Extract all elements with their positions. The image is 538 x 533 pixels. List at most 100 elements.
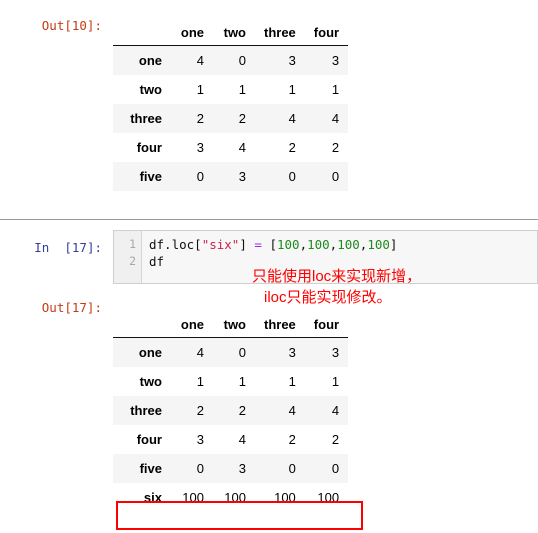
table-cell: 4 xyxy=(255,104,305,133)
output-prompt-10: Out[10]: xyxy=(41,18,102,33)
code-token-number-3: 100 xyxy=(337,237,360,252)
line-number: 1 xyxy=(129,237,136,251)
row-index-label: six xyxy=(113,483,171,512)
line-number: 2 xyxy=(129,254,136,268)
dataframe-head-after: one two three four xyxy=(113,314,349,338)
table-cell: 2 xyxy=(304,133,349,162)
code-token-number-1: 100 xyxy=(276,237,300,252)
table-cell: 1 xyxy=(213,75,255,104)
table-cell: 4 xyxy=(213,133,255,162)
column-header-one: one xyxy=(171,314,213,338)
line-number-gutter: 12 xyxy=(114,231,142,283)
table-header-row: one two three four xyxy=(113,22,349,46)
column-header-three: three xyxy=(255,314,305,338)
code-token-df: df xyxy=(149,254,165,269)
table-row: three 2 2 4 4 xyxy=(113,396,349,425)
table-row: two 1 1 1 1 xyxy=(113,367,349,396)
dataframe-table-after: one two three four one 4 0 3 3 two 1 1 1… xyxy=(113,314,349,512)
code-token-number-4: 100 xyxy=(367,237,390,252)
code-token-comma-1: , xyxy=(299,237,308,252)
table-cell: 100 xyxy=(255,483,305,512)
table-row: one 4 0 3 3 xyxy=(113,337,349,367)
table-cell: 3 xyxy=(213,162,255,191)
table-cell: 1 xyxy=(255,367,305,396)
row-index-label: two xyxy=(113,75,171,104)
table-header-row: one two three four xyxy=(113,314,349,338)
table-row: four 3 4 2 2 xyxy=(113,133,349,162)
input-prompt-17: In [17]: xyxy=(34,240,102,255)
table-cell: 4 xyxy=(171,337,213,367)
table-row: three 2 2 4 4 xyxy=(113,104,349,133)
column-header-two: two xyxy=(213,22,255,46)
table-cell: 1 xyxy=(171,367,213,396)
table-cell: 0 xyxy=(213,45,255,75)
table-row: four 3 4 2 2 xyxy=(113,425,349,454)
row-index-label: two xyxy=(113,367,171,396)
table-cell: 0 xyxy=(255,454,305,483)
table-cell: 3 xyxy=(171,425,213,454)
table-row: five 0 3 0 0 xyxy=(113,454,349,483)
table-corner-cell xyxy=(113,314,171,338)
table-cell: 0 xyxy=(171,162,213,191)
column-header-four: four xyxy=(304,314,349,338)
dataframe-body-before: one 4 0 3 3 two 1 1 1 1 three 2 2 4 4 fo… xyxy=(113,45,349,191)
table-cell: 2 xyxy=(255,425,305,454)
table-cell: 4 xyxy=(213,425,255,454)
table-cell: 3 xyxy=(171,133,213,162)
row-index-label: five xyxy=(113,162,171,191)
row-index-label: one xyxy=(113,45,171,75)
table-cell: 2 xyxy=(213,104,255,133)
table-cell: 100 xyxy=(304,483,349,512)
table-cell: 3 xyxy=(255,45,305,75)
annotation-line-1: 只能使用loc来实现新增， xyxy=(252,268,422,285)
column-header-three: three xyxy=(255,22,305,46)
table-cell: 3 xyxy=(255,337,305,367)
table-cell: 100 xyxy=(171,483,213,512)
table-cell: 2 xyxy=(255,133,305,162)
row-index-label: four xyxy=(113,425,171,454)
table-cell: 3 xyxy=(304,45,349,75)
table-cell: 4 xyxy=(304,396,349,425)
code-token-string-six: "six" xyxy=(201,237,240,252)
column-header-one: one xyxy=(171,22,213,46)
row-index-label: one xyxy=(113,337,171,367)
table-cell: 0 xyxy=(304,454,349,483)
notebook-root: Out[10]: one two three four one 4 0 3 3 xyxy=(0,0,538,533)
table-cell: 1 xyxy=(304,75,349,104)
table-cell: 0 xyxy=(304,162,349,191)
table-cell: 3 xyxy=(213,454,255,483)
table-cell: 0 xyxy=(255,162,305,191)
dataframe-table-before: one two three four one 4 0 3 3 two 1 1 1… xyxy=(113,22,349,191)
table-row: five 0 3 0 0 xyxy=(113,162,349,191)
table-cell: 1 xyxy=(255,75,305,104)
row-index-label: five xyxy=(113,454,171,483)
table-cell: 1 xyxy=(171,75,213,104)
table-cell: 0 xyxy=(171,454,213,483)
column-header-four: four xyxy=(304,22,349,46)
code-token-df-loc-open: df.loc[ xyxy=(149,237,202,252)
table-cell: 100 xyxy=(213,483,255,512)
dataframe-after: one two three four one 4 0 3 3 two 1 1 1… xyxy=(113,314,349,512)
table-corner-cell xyxy=(113,22,171,46)
table-cell: 4 xyxy=(304,104,349,133)
table-row: two 1 1 1 1 xyxy=(113,75,349,104)
dataframe-head-before: one two three four xyxy=(113,22,349,46)
table-row: one 4 0 3 3 xyxy=(113,45,349,75)
annotation-line-2: iloc只能实现修改。 xyxy=(264,289,392,306)
table-cell: 2 xyxy=(171,104,213,133)
code-token-assign: = xyxy=(254,237,262,252)
table-cell: 2 xyxy=(171,396,213,425)
code-token-list-close: ] xyxy=(389,237,398,252)
code-token-list-open: [ xyxy=(269,237,277,252)
row-index-label: three xyxy=(113,104,171,133)
dataframe-body-after: one 4 0 3 3 two 1 1 1 1 three 2 2 4 4 fo… xyxy=(113,337,349,512)
row-index-label: four xyxy=(113,133,171,162)
output-prompt-17: Out[17]: xyxy=(41,300,102,315)
table-cell: 0 xyxy=(213,337,255,367)
table-cell: 1 xyxy=(213,367,255,396)
table-cell: 2 xyxy=(304,425,349,454)
table-cell: 3 xyxy=(304,337,349,367)
table-cell: 4 xyxy=(255,396,305,425)
table-cell: 4 xyxy=(171,45,213,75)
dataframe-before: one two three four one 4 0 3 3 two 1 1 1… xyxy=(113,22,349,191)
